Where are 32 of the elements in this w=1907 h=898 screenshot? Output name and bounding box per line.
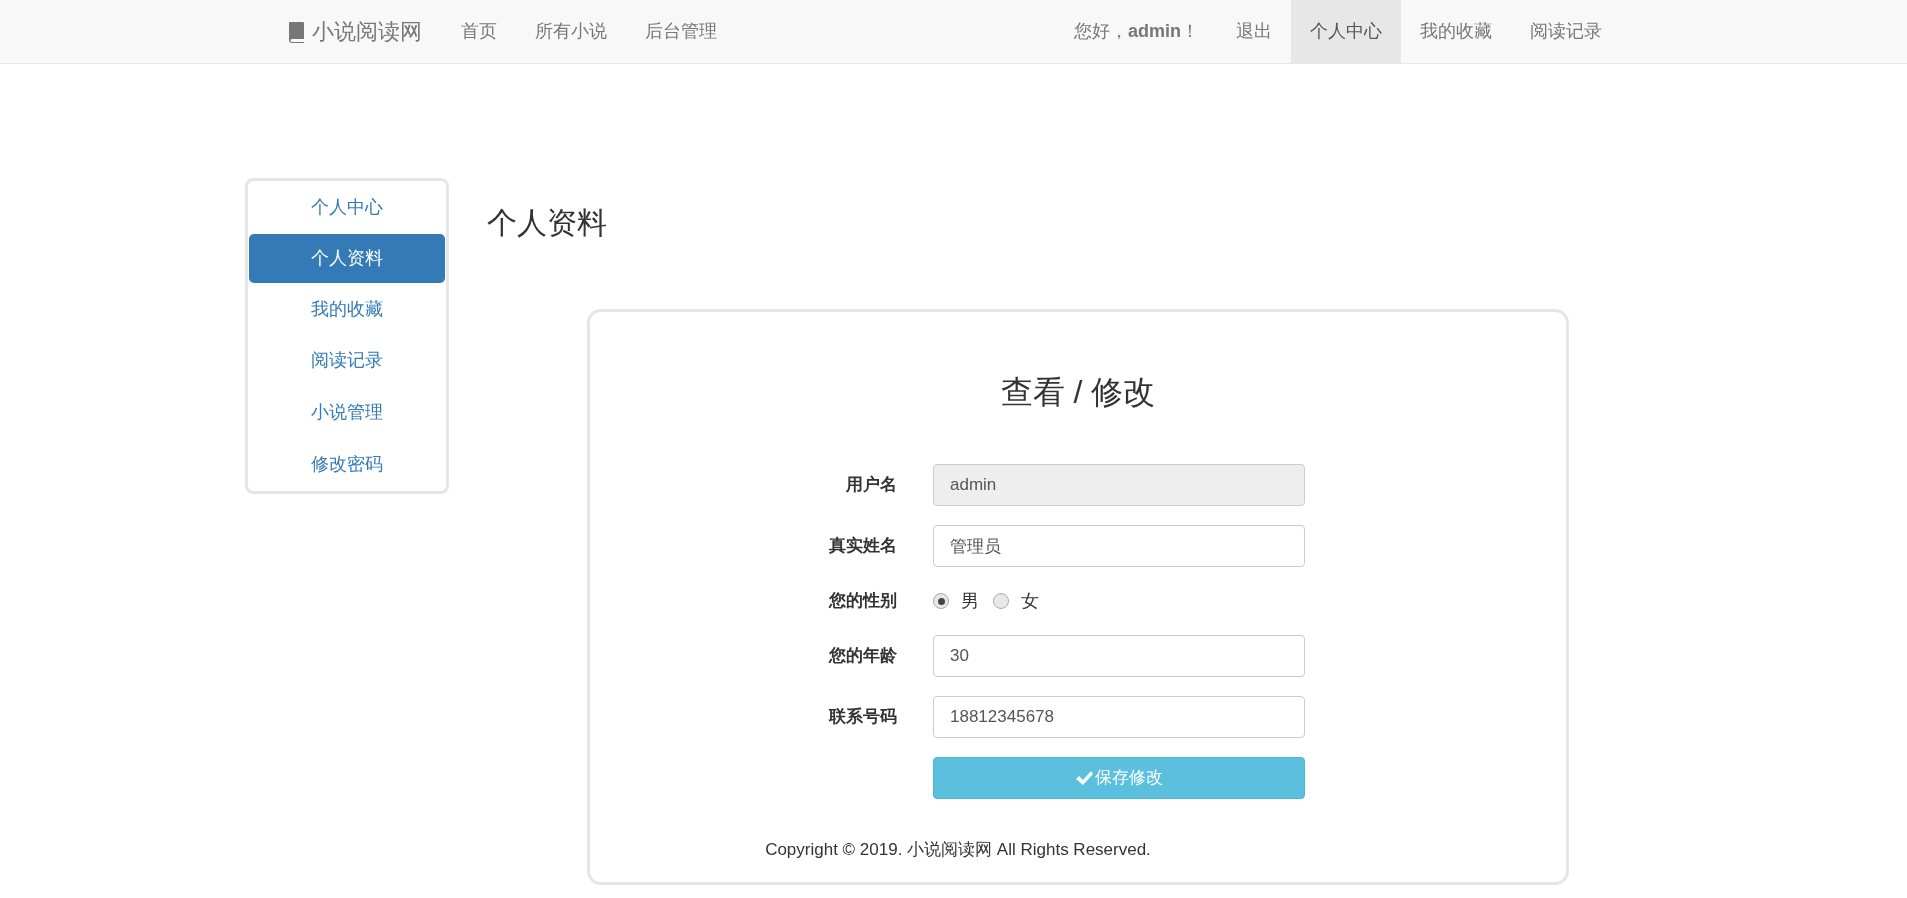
copyright-text: Copyright © 2019. 小说阅读网 All Rights Reserved. xyxy=(765,839,1151,861)
page-title: 个人资料 xyxy=(487,205,608,241)
nav-link[interactable]: 首页 xyxy=(442,0,516,63)
field-label: 用户名 xyxy=(845,474,898,497)
field-label: 真实姓名 xyxy=(828,535,898,558)
nav-link[interactable]: 所有小说 xyxy=(516,0,626,63)
input-field[interactable]: 30 xyxy=(933,635,1305,677)
nav-link[interactable]: 退出 xyxy=(1217,0,1291,63)
field-label: 您的年龄 xyxy=(827,645,898,668)
checkmark-icon xyxy=(1075,770,1093,786)
input-field[interactable]: 18812345678 xyxy=(933,696,1305,738)
nav-link[interactable]: 个人中心 xyxy=(1291,0,1401,63)
site-brand[interactable]: 小说阅读网 xyxy=(312,15,422,48)
radio-button[interactable] xyxy=(933,593,949,609)
input-field[interactable]: 管理员 xyxy=(933,525,1305,567)
greeting-text: 您好，admin！ xyxy=(1073,20,1200,43)
radio-button[interactable] xyxy=(993,593,1009,609)
sidebar-item[interactable]: 个人中心 xyxy=(249,182,445,234)
nav-link[interactable]: 后台管理 xyxy=(626,0,736,63)
radio-label: 男 xyxy=(961,589,979,613)
radio-label: 女 xyxy=(1021,589,1039,613)
sidebar-item[interactable]: 我的收藏 xyxy=(249,283,445,335)
sidebar-item[interactable]: 修改密码 xyxy=(249,438,445,491)
form-title: 查看 / 修改 xyxy=(1000,373,1156,412)
nav-link[interactable]: 阅读记录 xyxy=(1511,0,1621,63)
field-label: 联系号码 xyxy=(827,706,898,729)
nav-link[interactable]: 我的收藏 xyxy=(1401,0,1511,63)
sidebar-item[interactable]: 阅读记录 xyxy=(249,335,445,387)
sidebar-item[interactable]: 个人资料 xyxy=(249,233,445,284)
sidebar-item[interactable]: 小说管理 xyxy=(249,386,445,439)
field-label: 您的性别 xyxy=(827,590,898,613)
book-icon xyxy=(288,20,306,43)
